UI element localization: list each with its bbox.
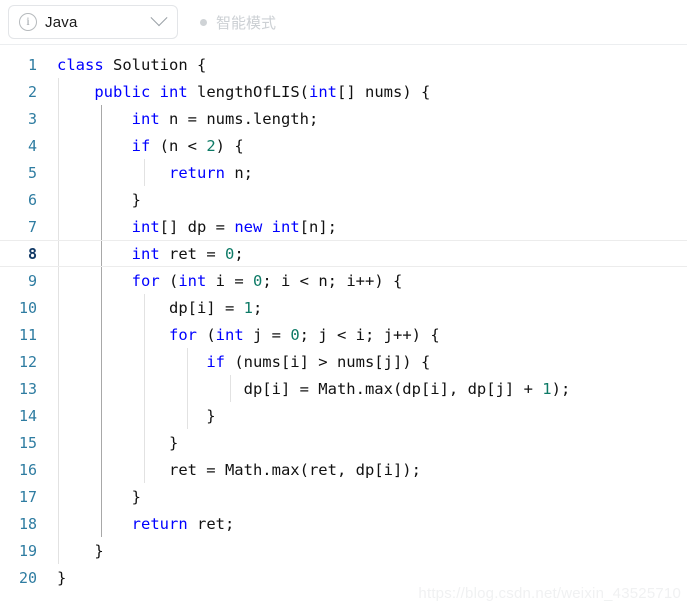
line-number: 19 xyxy=(18,541,37,560)
line-number: 6 xyxy=(27,190,37,209)
code-line[interactable]: 16 ret = Math.max(ret, dp[i]); xyxy=(0,456,687,483)
line-content[interactable]: dp[i] = Math.max(dp[i], dp[j] + 1); xyxy=(46,380,687,398)
code-line[interactable]: 7 int[] dp = new int[n]; xyxy=(0,213,687,240)
line-number: 7 xyxy=(27,217,37,236)
line-content[interactable]: public int lengthOfLIS(int[] nums) { xyxy=(46,83,687,101)
line-number: 1 xyxy=(27,55,37,74)
line-content[interactable]: return n; xyxy=(46,164,687,182)
line-content[interactable]: if (n < 2) { xyxy=(46,137,687,155)
line-content[interactable]: int[] dp = new int[n]; xyxy=(46,218,687,236)
info-icon: i xyxy=(19,13,37,31)
editor-toolbar: i Java 智能模式 xyxy=(0,0,687,45)
code-line[interactable]: 18 return ret; xyxy=(0,510,687,537)
line-number: 3 xyxy=(27,109,37,128)
line-content[interactable]: } xyxy=(46,191,687,209)
line-number: 15 xyxy=(18,433,37,452)
code-line[interactable]: 17 } xyxy=(0,483,687,510)
code-line[interactable]: 5 return n; xyxy=(0,159,687,186)
code-line[interactable]: 8 int ret = 0; xyxy=(0,240,687,267)
line-content[interactable]: int ret = 0; xyxy=(46,245,687,263)
code-line[interactable]: 9 for (int i = 0; i < n; i++) { xyxy=(0,267,687,294)
code-line[interactable]: 4 if (n < 2) { xyxy=(0,132,687,159)
line-number: 18 xyxy=(18,514,37,533)
status-dot-icon xyxy=(200,18,207,26)
line-number: 16 xyxy=(18,460,37,479)
line-number: 14 xyxy=(18,406,37,425)
language-select[interactable]: i Java xyxy=(8,5,178,39)
line-number: 2 xyxy=(27,82,37,101)
line-number: 11 xyxy=(18,325,37,344)
line-number: 5 xyxy=(27,163,37,182)
code-line[interactable]: 12 if (nums[i] > nums[j]) { xyxy=(0,348,687,375)
code-line[interactable]: 3 int n = nums.length; xyxy=(0,105,687,132)
code-line[interactable]: 2 public int lengthOfLIS(int[] nums) { xyxy=(0,78,687,105)
line-number: 20 xyxy=(18,568,37,587)
line-content[interactable]: } xyxy=(46,488,687,506)
line-number: 17 xyxy=(18,487,37,506)
line-content[interactable]: class Solution { xyxy=(46,56,687,74)
code-line[interactable]: 13 dp[i] = Math.max(dp[i], dp[j] + 1); xyxy=(0,375,687,402)
line-number: 10 xyxy=(18,298,37,317)
code-line[interactable]: 19 } xyxy=(0,537,687,564)
watermark: https://blog.csdn.net/weixin_43525710 xyxy=(418,585,681,602)
line-content[interactable]: int n = nums.length; xyxy=(46,110,687,128)
line-content[interactable]: } xyxy=(46,542,687,560)
line-number: 4 xyxy=(27,136,37,155)
line-number: 13 xyxy=(18,379,37,398)
code-line[interactable]: 11 for (int j = 0; j < i; j++) { xyxy=(0,321,687,348)
code-lines[interactable]: 1 class Solution { 2 public int lengthOfLI… xyxy=(0,45,687,591)
language-select-label: Java xyxy=(45,13,78,31)
chevron-down-icon xyxy=(150,9,168,27)
line-content[interactable]: for (int i = 0; i < n; i++) { xyxy=(46,272,687,290)
code-line[interactable]: 10 dp[i] = 1; xyxy=(0,294,687,321)
code-editor[interactable]: 1 class Solution { 2 public int lengthOfLI… xyxy=(0,45,687,612)
smart-mode-toggle[interactable]: 智能模式 xyxy=(200,12,276,33)
line-number: 8 xyxy=(27,244,37,263)
line-content[interactable]: } xyxy=(46,569,687,587)
code-line[interactable]: 6 } xyxy=(0,186,687,213)
line-content[interactable]: return ret; xyxy=(46,515,687,533)
code-line[interactable]: 15 } xyxy=(0,429,687,456)
line-content[interactable]: for (int j = 0; j < i; j++) { xyxy=(46,326,687,344)
line-content[interactable]: if (nums[i] > nums[j]) { xyxy=(46,353,687,371)
line-number: 9 xyxy=(27,271,37,290)
line-content[interactable]: } xyxy=(46,407,687,425)
line-content[interactable]: ret = Math.max(ret, dp[i]); xyxy=(46,461,687,479)
code-line[interactable]: 1 class Solution { xyxy=(0,51,687,78)
line-content[interactable]: dp[i] = 1; xyxy=(46,299,687,317)
line-content[interactable]: } xyxy=(46,434,687,452)
line-number: 12 xyxy=(18,352,37,371)
smart-mode-label: 智能模式 xyxy=(216,14,277,32)
code-line[interactable]: 14 } xyxy=(0,402,687,429)
